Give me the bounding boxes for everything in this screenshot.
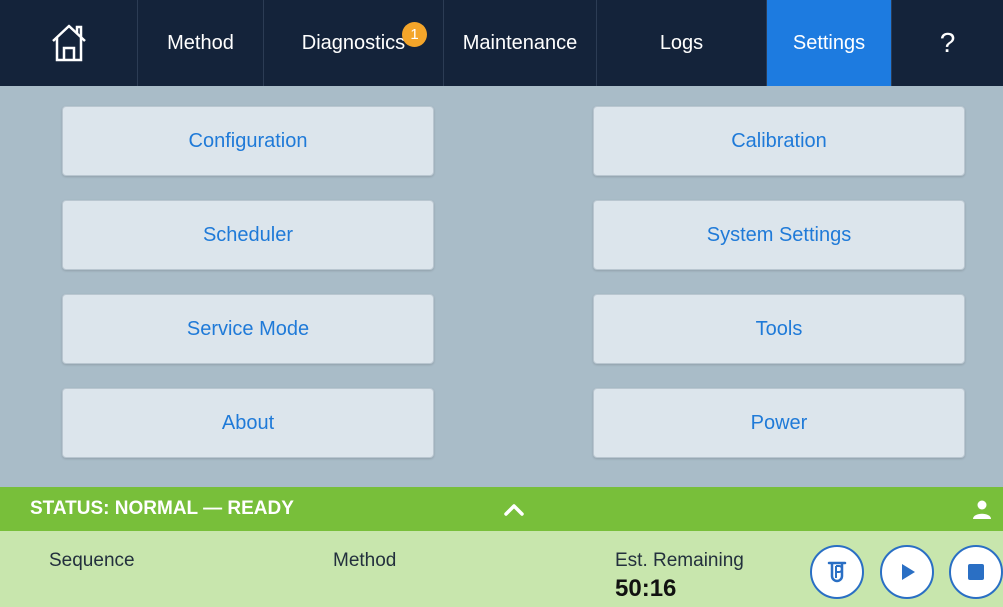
- chevron-up-icon[interactable]: [502, 498, 526, 520]
- tab-logs[interactable]: Logs: [597, 0, 767, 86]
- configuration-button[interactable]: Configuration: [62, 106, 434, 176]
- play-button[interactable]: [880, 545, 934, 599]
- tab-diagnostics[interactable]: Diagnostics 1: [264, 0, 444, 86]
- remaining-label: Est. Remaining: [615, 550, 744, 571]
- calibration-button[interactable]: Calibration: [593, 106, 965, 176]
- tab-logs-label: Logs: [659, 31, 704, 54]
- stop-button[interactable]: [949, 545, 1003, 599]
- about-button[interactable]: About: [62, 388, 434, 458]
- tab-settings[interactable]: Settings: [767, 0, 892, 86]
- scheduler-label: Scheduler: [202, 223, 294, 246]
- sample-tube-button[interactable]: [810, 545, 864, 599]
- tab-diagnostics-label: Diagnostics: [301, 31, 406, 54]
- about-label: About: [221, 411, 275, 434]
- sequence-label: Sequence: [49, 550, 135, 571]
- stop-icon: [968, 564, 984, 580]
- home-button[interactable]: [0, 0, 138, 86]
- help-icon: ?: [939, 27, 956, 58]
- scheduler-button[interactable]: Scheduler: [62, 200, 434, 270]
- run-info-bar: Sequence Method Est. Remaining 50:16: [0, 531, 1003, 607]
- power-button[interactable]: Power: [593, 388, 965, 458]
- notification-badge: 1: [402, 22, 427, 47]
- system-settings-button[interactable]: System Settings: [593, 200, 965, 270]
- top-nav: Method Diagnostics 1 Maintenance Logs Se…: [0, 0, 1003, 86]
- calibration-label: Calibration: [731, 129, 827, 152]
- configuration-label: Configuration: [188, 129, 308, 152]
- service-mode-label: Service Mode: [186, 317, 310, 340]
- tube-icon: [827, 561, 847, 583]
- tab-settings-label: Settings: [792, 31, 866, 54]
- play-icon: [902, 564, 915, 580]
- user-icon[interactable]: [972, 499, 992, 519]
- status-bar: STATUS: NORMAL — READY: [0, 487, 1003, 531]
- home-icon: [51, 24, 86, 62]
- tab-maintenance[interactable]: Maintenance: [444, 0, 597, 86]
- tab-method[interactable]: Method: [138, 0, 264, 86]
- power-label: Power: [750, 411, 808, 434]
- help-button[interactable]: ?: [892, 0, 1003, 86]
- tab-method-label: Method: [167, 31, 234, 54]
- system-settings-label: System Settings: [706, 223, 852, 246]
- status-text: STATUS: NORMAL — READY: [30, 498, 294, 519]
- service-mode-button[interactable]: Service Mode: [62, 294, 434, 364]
- tools-button[interactable]: Tools: [593, 294, 965, 364]
- tab-maintenance-label: Maintenance: [462, 31, 578, 54]
- remaining-value: 50:16: [615, 575, 677, 602]
- tools-label: Tools: [755, 317, 803, 340]
- method-label: Method: [333, 550, 397, 571]
